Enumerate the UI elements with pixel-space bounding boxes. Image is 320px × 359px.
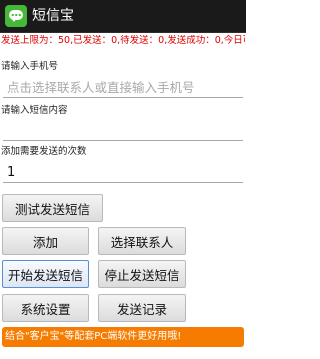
send-status-text: 发送上限为：50,已发送：0,待发送：0,发送成功：0,今日可发送功能发送：50 (1, 35, 245, 46)
sms-chat-bubble-icon (5, 5, 27, 27)
start-send-button[interactable]: 开始发送短信 (2, 260, 89, 288)
title-bar: 短信宝 (0, 0, 246, 33)
content-label: 请输入短信内容 (1, 105, 68, 116)
system-settings-button[interactable]: 系统设置 (2, 294, 89, 322)
test-send-button[interactable]: 测试发送短信 (2, 194, 103, 222)
app-title: 短信宝 (32, 8, 74, 24)
send-count-input[interactable] (3, 163, 243, 183)
add-button[interactable]: 添加 (2, 227, 89, 255)
message-content-input[interactable] (3, 121, 243, 141)
select-contact-button[interactable]: 选择联系人 (98, 227, 186, 255)
send-log-button[interactable]: 发送记录 (98, 294, 186, 322)
phone-input[interactable] (3, 78, 243, 98)
promo-banner[interactable]: 结合"客户宝"等配套PC端软件更好用哦! (2, 327, 244, 347)
phone-label: 请输入手机号 (1, 61, 59, 72)
send-count-label: 添加需要发送的次数 (1, 146, 87, 157)
stop-send-button[interactable]: 停止发送短信 (98, 260, 186, 288)
